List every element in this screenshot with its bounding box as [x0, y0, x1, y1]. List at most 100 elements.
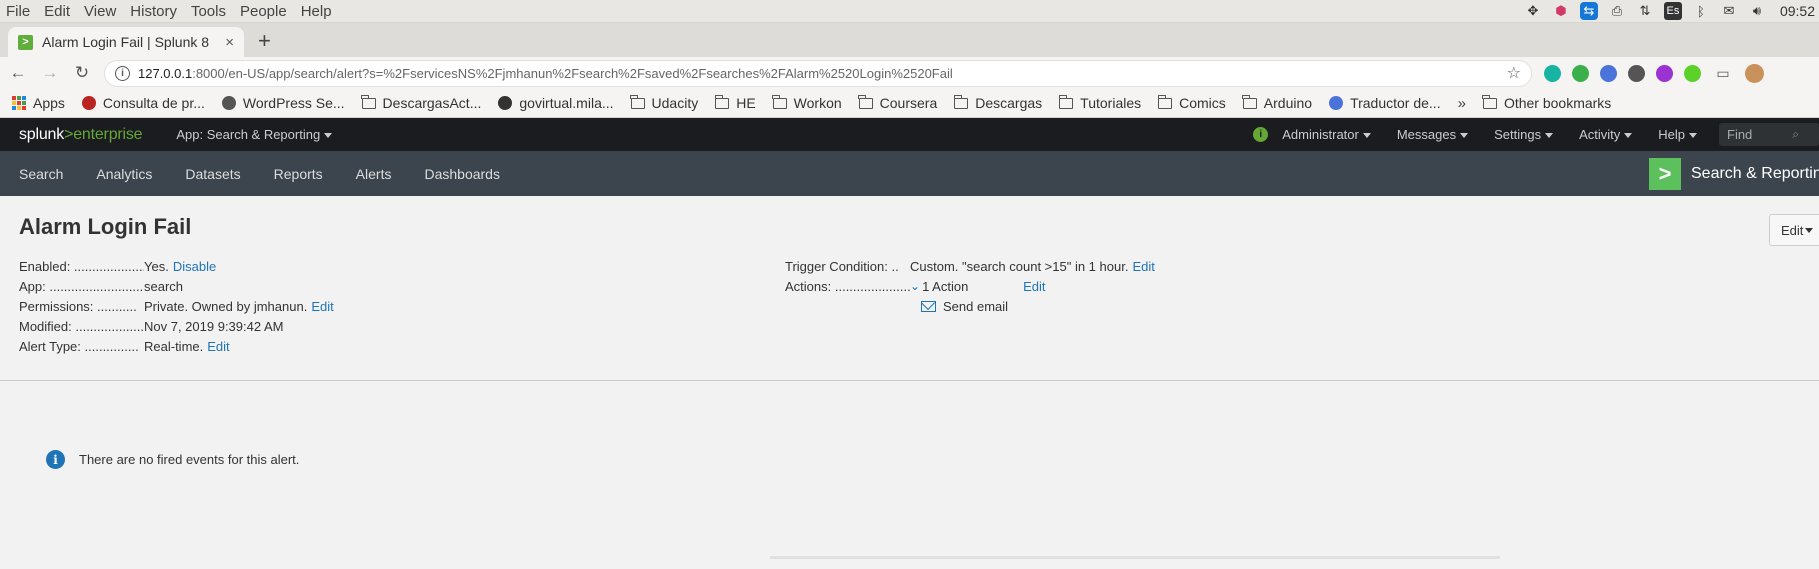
- close-tab-icon[interactable]: ×: [225, 34, 234, 51]
- nav-reports[interactable]: Reports: [274, 166, 323, 182]
- bookmark-item[interactable]: Tutoriales: [1058, 94, 1141, 111]
- bookmark-label: Descargas: [975, 95, 1043, 111]
- bookmark-label: Workon: [793, 95, 842, 111]
- empty-notice: i There are no fired events for this ale…: [46, 450, 299, 469]
- detail-label: Enabled: ....................: [19, 258, 144, 274]
- bookmark-item[interactable]: HE: [714, 94, 756, 111]
- menu-settings[interactable]: Settings: [1494, 127, 1554, 142]
- teamviewer-icon[interactable]: ⇆: [1579, 2, 1598, 20]
- bookmark-star-icon[interactable]: ☆: [1507, 63, 1521, 83]
- browser-tab[interactable]: > Alarm Login Fail | Splunk 8 ×: [8, 27, 244, 57]
- mail-icon: [921, 300, 936, 312]
- find-input[interactable]: Find ⌕: [1719, 123, 1819, 146]
- bluetooth-icon[interactable]: ᛒ: [1692, 2, 1710, 20]
- bookmark-item[interactable]: govirtual.mila...: [498, 95, 614, 111]
- trigger-edit-link[interactable]: Edit: [1132, 259, 1154, 274]
- bookmark-item[interactable]: Udacity: [629, 94, 698, 111]
- action-item: Send email: [785, 296, 1155, 316]
- actions-count[interactable]: 1 Action: [922, 279, 1019, 294]
- os-menu-help[interactable]: Help: [301, 3, 332, 20]
- os-menu-view[interactable]: View: [84, 3, 116, 20]
- detail-row: Permissions: ........... Private. Owned b…: [19, 296, 334, 316]
- app-brand[interactable]: > Search & Reporting: [1649, 151, 1819, 196]
- nav-datasets[interactable]: Datasets: [185, 166, 240, 182]
- bookmark-item[interactable]: Arduino: [1242, 94, 1312, 111]
- chevron-down-icon[interactable]: ⌄: [910, 279, 920, 293]
- detail-row: App: ................................sea…: [19, 276, 334, 296]
- extension-icon[interactable]: [1684, 64, 1701, 82]
- detail-value: Private. Owned by jmhanun.: [144, 298, 308, 314]
- menu-administrator[interactable]: Administrator: [1282, 127, 1371, 142]
- nav-dashboards[interactable]: Dashboards: [424, 166, 500, 182]
- bookmark-item[interactable]: Coursera: [858, 94, 937, 111]
- clock[interactable]: 09:52: [1780, 3, 1815, 19]
- keyboard-layout-icon[interactable]: Es: [1663, 2, 1682, 20]
- bookmark-item[interactable]: Traductor de...: [1329, 95, 1441, 111]
- extension-icon[interactable]: [1572, 64, 1589, 82]
- bookmark-item[interactable]: Descargas: [953, 94, 1043, 111]
- actions-edit-link[interactable]: Edit: [1023, 279, 1045, 294]
- actions-label: Actions: .....................: [785, 278, 910, 294]
- os-menu-file[interactable]: File: [6, 3, 30, 20]
- detail-link[interactable]: Edit: [311, 299, 333, 314]
- nav-alerts[interactable]: Alerts: [356, 166, 392, 182]
- chevron-down-icon: [1689, 133, 1697, 139]
- back-icon[interactable]: ←: [8, 63, 28, 83]
- detail-value: Yes.: [144, 258, 169, 274]
- network-icon[interactable]: ⇅: [1636, 2, 1654, 20]
- splunk-logo[interactable]: splunk>enterprise: [19, 126, 143, 144]
- trigger-condition-value: Custom. "search count >15" in 1 hour.: [910, 258, 1129, 274]
- os-menu-tools[interactable]: Tools: [191, 3, 226, 20]
- folder-icon: [1058, 94, 1074, 109]
- bookmark-label: Consulta de pr...: [102, 95, 205, 111]
- chevron-down-icon: [1545, 133, 1554, 139]
- volume-icon[interactable]: 🔊︎: [1748, 2, 1766, 20]
- address-bar[interactable]: i 127.0.0.1:8000/en-US/app/search/alert?…: [104, 59, 1532, 87]
- app-icon[interactable]: ⬢: [1552, 2, 1570, 20]
- info-icon[interactable]: i: [115, 65, 130, 81]
- extension-icon[interactable]: [1544, 64, 1561, 82]
- detail-link[interactable]: Disable: [173, 259, 216, 274]
- health-status-icon[interactable]: i: [1253, 127, 1269, 142]
- bookmark-item[interactable]: Apps: [12, 95, 65, 111]
- edit-button-label: Edit: [1781, 222, 1804, 238]
- os-menu-people[interactable]: People: [240, 3, 287, 20]
- mail-icon[interactable]: ✉: [1720, 2, 1738, 20]
- os-menu-history[interactable]: History: [130, 3, 177, 20]
- detail-link[interactable]: Edit: [207, 339, 229, 354]
- os-menu-edit[interactable]: Edit: [44, 3, 70, 20]
- nav-analytics[interactable]: Analytics: [96, 166, 152, 182]
- bookmark-item[interactable]: Consulta de pr...: [81, 95, 205, 111]
- reload-icon[interactable]: ↻: [72, 63, 92, 83]
- menu-help[interactable]: Help: [1658, 127, 1697, 142]
- bookmark-item[interactable]: WordPress Se...: [221, 95, 345, 111]
- menu-activity[interactable]: Activity: [1579, 127, 1633, 142]
- app-menu[interactable]: App: Search & Reporting: [176, 127, 333, 142]
- new-tab-button[interactable]: +: [258, 28, 271, 54]
- extension-icon[interactable]: [1656, 64, 1673, 82]
- bookmark-item[interactable]: Comics: [1157, 94, 1226, 111]
- bookmark-label: Traductor de...: [1350, 95, 1441, 111]
- extension-icon[interactable]: [1628, 64, 1645, 82]
- edit-button[interactable]: Edit: [1769, 214, 1819, 246]
- extension-icon[interactable]: [1600, 64, 1617, 82]
- search-icon[interactable]: ⌕: [1792, 127, 1799, 142]
- dropbox-icon[interactable]: ✥: [1524, 2, 1542, 20]
- app-brand-title: Search & Reporting: [1691, 164, 1819, 182]
- menu-messages[interactable]: Messages: [1397, 127, 1469, 142]
- url-path: :8000/en-US/app/search/alert?s=%2Fservic…: [192, 65, 953, 81]
- bookmark-item-other[interactable]: Other bookmarks: [1482, 94, 1611, 111]
- system-tray: ✥ ⬢ ⇆ ⎙ ⇅ Es ᛒ ✉ 🔊︎ 09:52: [1524, 2, 1819, 20]
- forward-icon[interactable]: →: [40, 63, 60, 83]
- bookmark-item[interactable]: Workon: [772, 94, 842, 111]
- nav-search[interactable]: Search: [19, 166, 63, 182]
- printer-icon[interactable]: ⎙: [1608, 2, 1626, 20]
- profile-avatar[interactable]: [1745, 63, 1764, 83]
- detail-label: Alert Type: ...............: [19, 338, 139, 354]
- empty-notice-text: There are no fired events for this alert…: [79, 452, 300, 467]
- cast-icon[interactable]: ▭: [1713, 65, 1733, 82]
- more-bookmarks-icon[interactable]: »: [1458, 95, 1466, 112]
- bookmark-label: Comics: [1179, 95, 1226, 111]
- bookmark-item[interactable]: DescargasAct...: [360, 94, 481, 111]
- url-text[interactable]: 127.0.0.1:8000/en-US/app/search/alert?s=…: [138, 66, 1499, 81]
